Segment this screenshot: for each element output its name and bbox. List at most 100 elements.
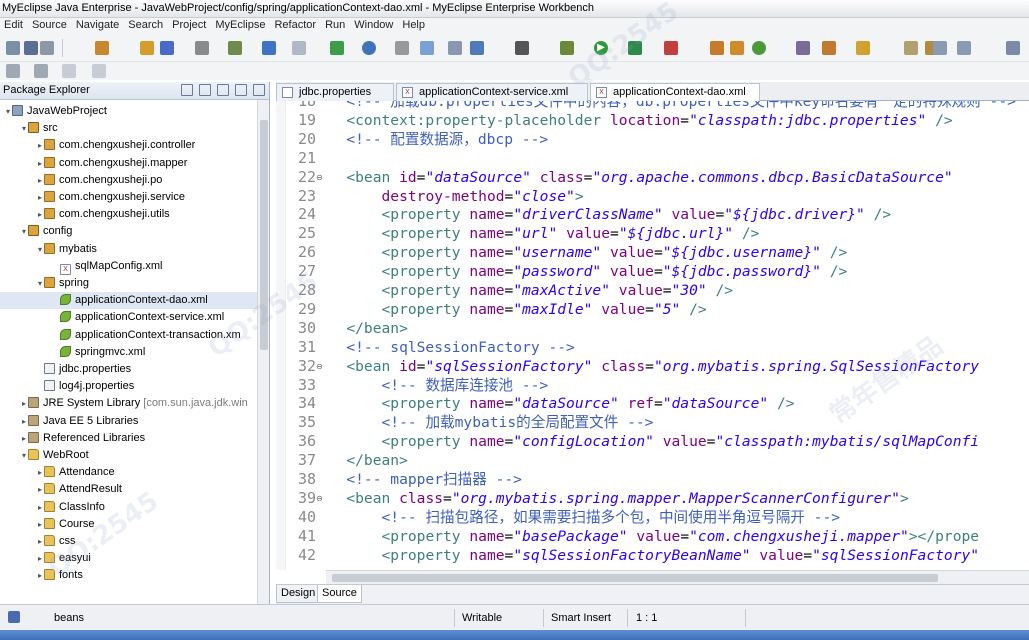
collapsed-arrow-icon[interactable]: ▸: [20, 395, 28, 412]
expanded-arrow-icon[interactable]: ▾: [20, 120, 28, 137]
refactor-icon[interactable]: [292, 41, 306, 55]
external-tools-icon[interactable]: [628, 41, 642, 55]
collapsed-arrow-icon[interactable]: ▸: [20, 430, 28, 447]
expanded-arrow-icon[interactable]: ▾: [36, 275, 44, 292]
interface-icon[interactable]: [796, 41, 810, 55]
collapsed-arrow-icon[interactable]: ▸: [36, 172, 44, 189]
tree-item[interactable]: ▸ fonts: [0, 567, 258, 584]
tree-item[interactable]: ▾ src: [0, 120, 258, 137]
refresh-icon[interactable]: [420, 41, 434, 55]
tree-item[interactable]: ▸ com.chengxusheji.controller: [0, 137, 258, 154]
collapsed-arrow-icon[interactable]: ▸: [36, 155, 44, 172]
tree-item[interactable]: ▸ Java EE 5 Libraries: [0, 413, 258, 430]
tree-item[interactable]: jdbc.properties: [0, 361, 258, 378]
collapsed-arrow-icon[interactable]: ▸: [36, 567, 44, 584]
tab-source[interactable]: Source: [317, 585, 362, 603]
previous-annotation-icon[interactable]: [34, 64, 48, 78]
build-icon[interactable]: [330, 41, 344, 55]
menu-help[interactable]: Help: [398, 18, 430, 33]
tree-item[interactable]: applicationContext-dao.xml: [0, 292, 258, 310]
deploy-icon[interactable]: [140, 41, 154, 55]
globe-icon[interactable]: [362, 41, 376, 55]
tree-item[interactable]: ▾ spring: [0, 275, 258, 292]
table-icon[interactable]: [448, 41, 462, 55]
tree-item[interactable]: ▸ Attendance: [0, 464, 258, 481]
web-icon[interactable]: [470, 41, 484, 55]
menu-project[interactable]: Project: [168, 18, 211, 33]
forward-icon[interactable]: [92, 64, 106, 78]
menu-window[interactable]: Window: [350, 18, 398, 33]
search-icon[interactable]: [664, 41, 678, 55]
menu-myeclipse[interactable]: MyEclipse: [211, 18, 270, 33]
tab-applicationcontext-dao[interactable]: XapplicationContext-dao.xml: [590, 83, 760, 102]
menu-source[interactable]: Source: [28, 18, 72, 33]
minimize-view-icon[interactable]: [933, 41, 947, 55]
tab-jdbc-properties[interactable]: jdbc.properties: [276, 83, 394, 101]
tree-item[interactable]: ▸ AttendResult: [0, 481, 258, 498]
expanded-arrow-icon[interactable]: ▾: [4, 103, 12, 120]
collapsed-arrow-icon[interactable]: ▸: [36, 206, 44, 223]
maximize-view-icon[interactable]: [957, 41, 971, 55]
wizard-icon[interactable]: [228, 41, 242, 55]
mark-icon[interactable]: [856, 41, 870, 55]
lock-icon[interactable]: [195, 41, 209, 55]
save-icon[interactable]: [24, 41, 38, 55]
collapsed-arrow-icon[interactable]: ▸: [36, 533, 44, 550]
tree-item[interactable]: applicationContext-service.xml: [0, 309, 258, 326]
tree-item[interactable]: ▸ com.chengxusheji.po: [0, 172, 258, 189]
tree-item[interactable]: ▸ ClassInfo: [0, 499, 258, 516]
code-area[interactable]: <!-- 加载db.properties文件中的内容，db.properties…: [320, 101, 1025, 570]
open-type-icon[interactable]: [710, 41, 724, 55]
collapsed-arrow-icon[interactable]: ▸: [36, 499, 44, 516]
collapsed-arrow-icon[interactable]: ▸: [20, 413, 28, 430]
tab-design[interactable]: Design: [276, 585, 321, 603]
tree-item[interactable]: ▸ Referenced Libraries: [0, 430, 258, 447]
new-icon[interactable]: [6, 41, 20, 55]
run-icon[interactable]: ▶: [594, 41, 608, 55]
tree-item[interactable]: ▸ com.chengxusheji.utils: [0, 206, 258, 223]
tree-item[interactable]: ▾ mybatis: [0, 241, 258, 258]
collapsed-arrow-icon[interactable]: ▸: [36, 137, 44, 154]
class-icon[interactable]: [752, 41, 766, 55]
collapsed-arrow-icon[interactable]: ▸: [36, 464, 44, 481]
expanded-arrow-icon[interactable]: ▾: [20, 447, 28, 464]
tree-item[interactable]: log4j.properties: [0, 378, 258, 395]
tool-icon[interactable]: [395, 41, 409, 55]
view-menu-icon[interactable]: [216, 84, 229, 96]
next-annotation-icon[interactable]: [6, 64, 20, 78]
perspective-icon[interactable]: [1006, 41, 1020, 55]
back-icon[interactable]: [62, 64, 76, 78]
debug-icon[interactable]: [560, 41, 574, 55]
tree-item[interactable]: ▾ WebRoot: [0, 447, 258, 464]
server-icon[interactable]: [160, 41, 174, 55]
editor-horizontal-scrollbar[interactable]: [326, 570, 1029, 584]
tree-item[interactable]: ▸ easyui: [0, 550, 258, 567]
tree-item[interactable]: ▸ Course: [0, 516, 258, 533]
collapse-all-icon[interactable]: [180, 84, 193, 96]
menu-search[interactable]: Search: [124, 18, 168, 33]
tree-item[interactable]: springmvc.xml: [0, 344, 258, 361]
link-editor-icon[interactable]: [198, 84, 211, 96]
package-icon[interactable]: [730, 41, 744, 55]
tab-applicationcontext-service[interactable]: XapplicationContext-service.xml: [396, 83, 588, 101]
code-editor[interactable]: 18 19 20 21 22 ⊖ 23 24 25 26 27 28 29 30 31 32 ⊖ 33 34 35 36…: [276, 101, 1029, 570]
expanded-arrow-icon[interactable]: ▾: [20, 223, 28, 240]
tree-item[interactable]: ▸ com.chengxusheji.mapper: [0, 155, 258, 172]
tree-item[interactable]: XsqlMapConfig.xml: [0, 258, 258, 275]
tree-item[interactable]: ▾ config: [0, 223, 258, 240]
collapsed-arrow-icon[interactable]: ▸: [36, 189, 44, 206]
collapsed-arrow-icon[interactable]: ▸: [36, 481, 44, 498]
pen-icon[interactable]: [822, 41, 836, 55]
tree-item[interactable]: applicationContext-transaction.xm: [0, 327, 258, 344]
print-icon[interactable]: [40, 41, 54, 55]
new-project-icon[interactable]: [95, 41, 109, 55]
tree-item[interactable]: ▸ JRE System Library [com.sun.java.jdk.wi…: [0, 395, 258, 412]
tree-item[interactable]: ▸ css: [0, 533, 258, 550]
run-config-icon[interactable]: [262, 41, 276, 55]
menu-refactor[interactable]: Refactor: [270, 18, 321, 33]
collapsed-arrow-icon[interactable]: ▸: [36, 550, 44, 567]
tree-item[interactable]: ▸ com.chengxusheji.service: [0, 189, 258, 206]
menu-edit[interactable]: Edit: [0, 18, 28, 33]
menu-run[interactable]: Run: [321, 18, 350, 33]
camera-icon[interactable]: [515, 41, 529, 55]
